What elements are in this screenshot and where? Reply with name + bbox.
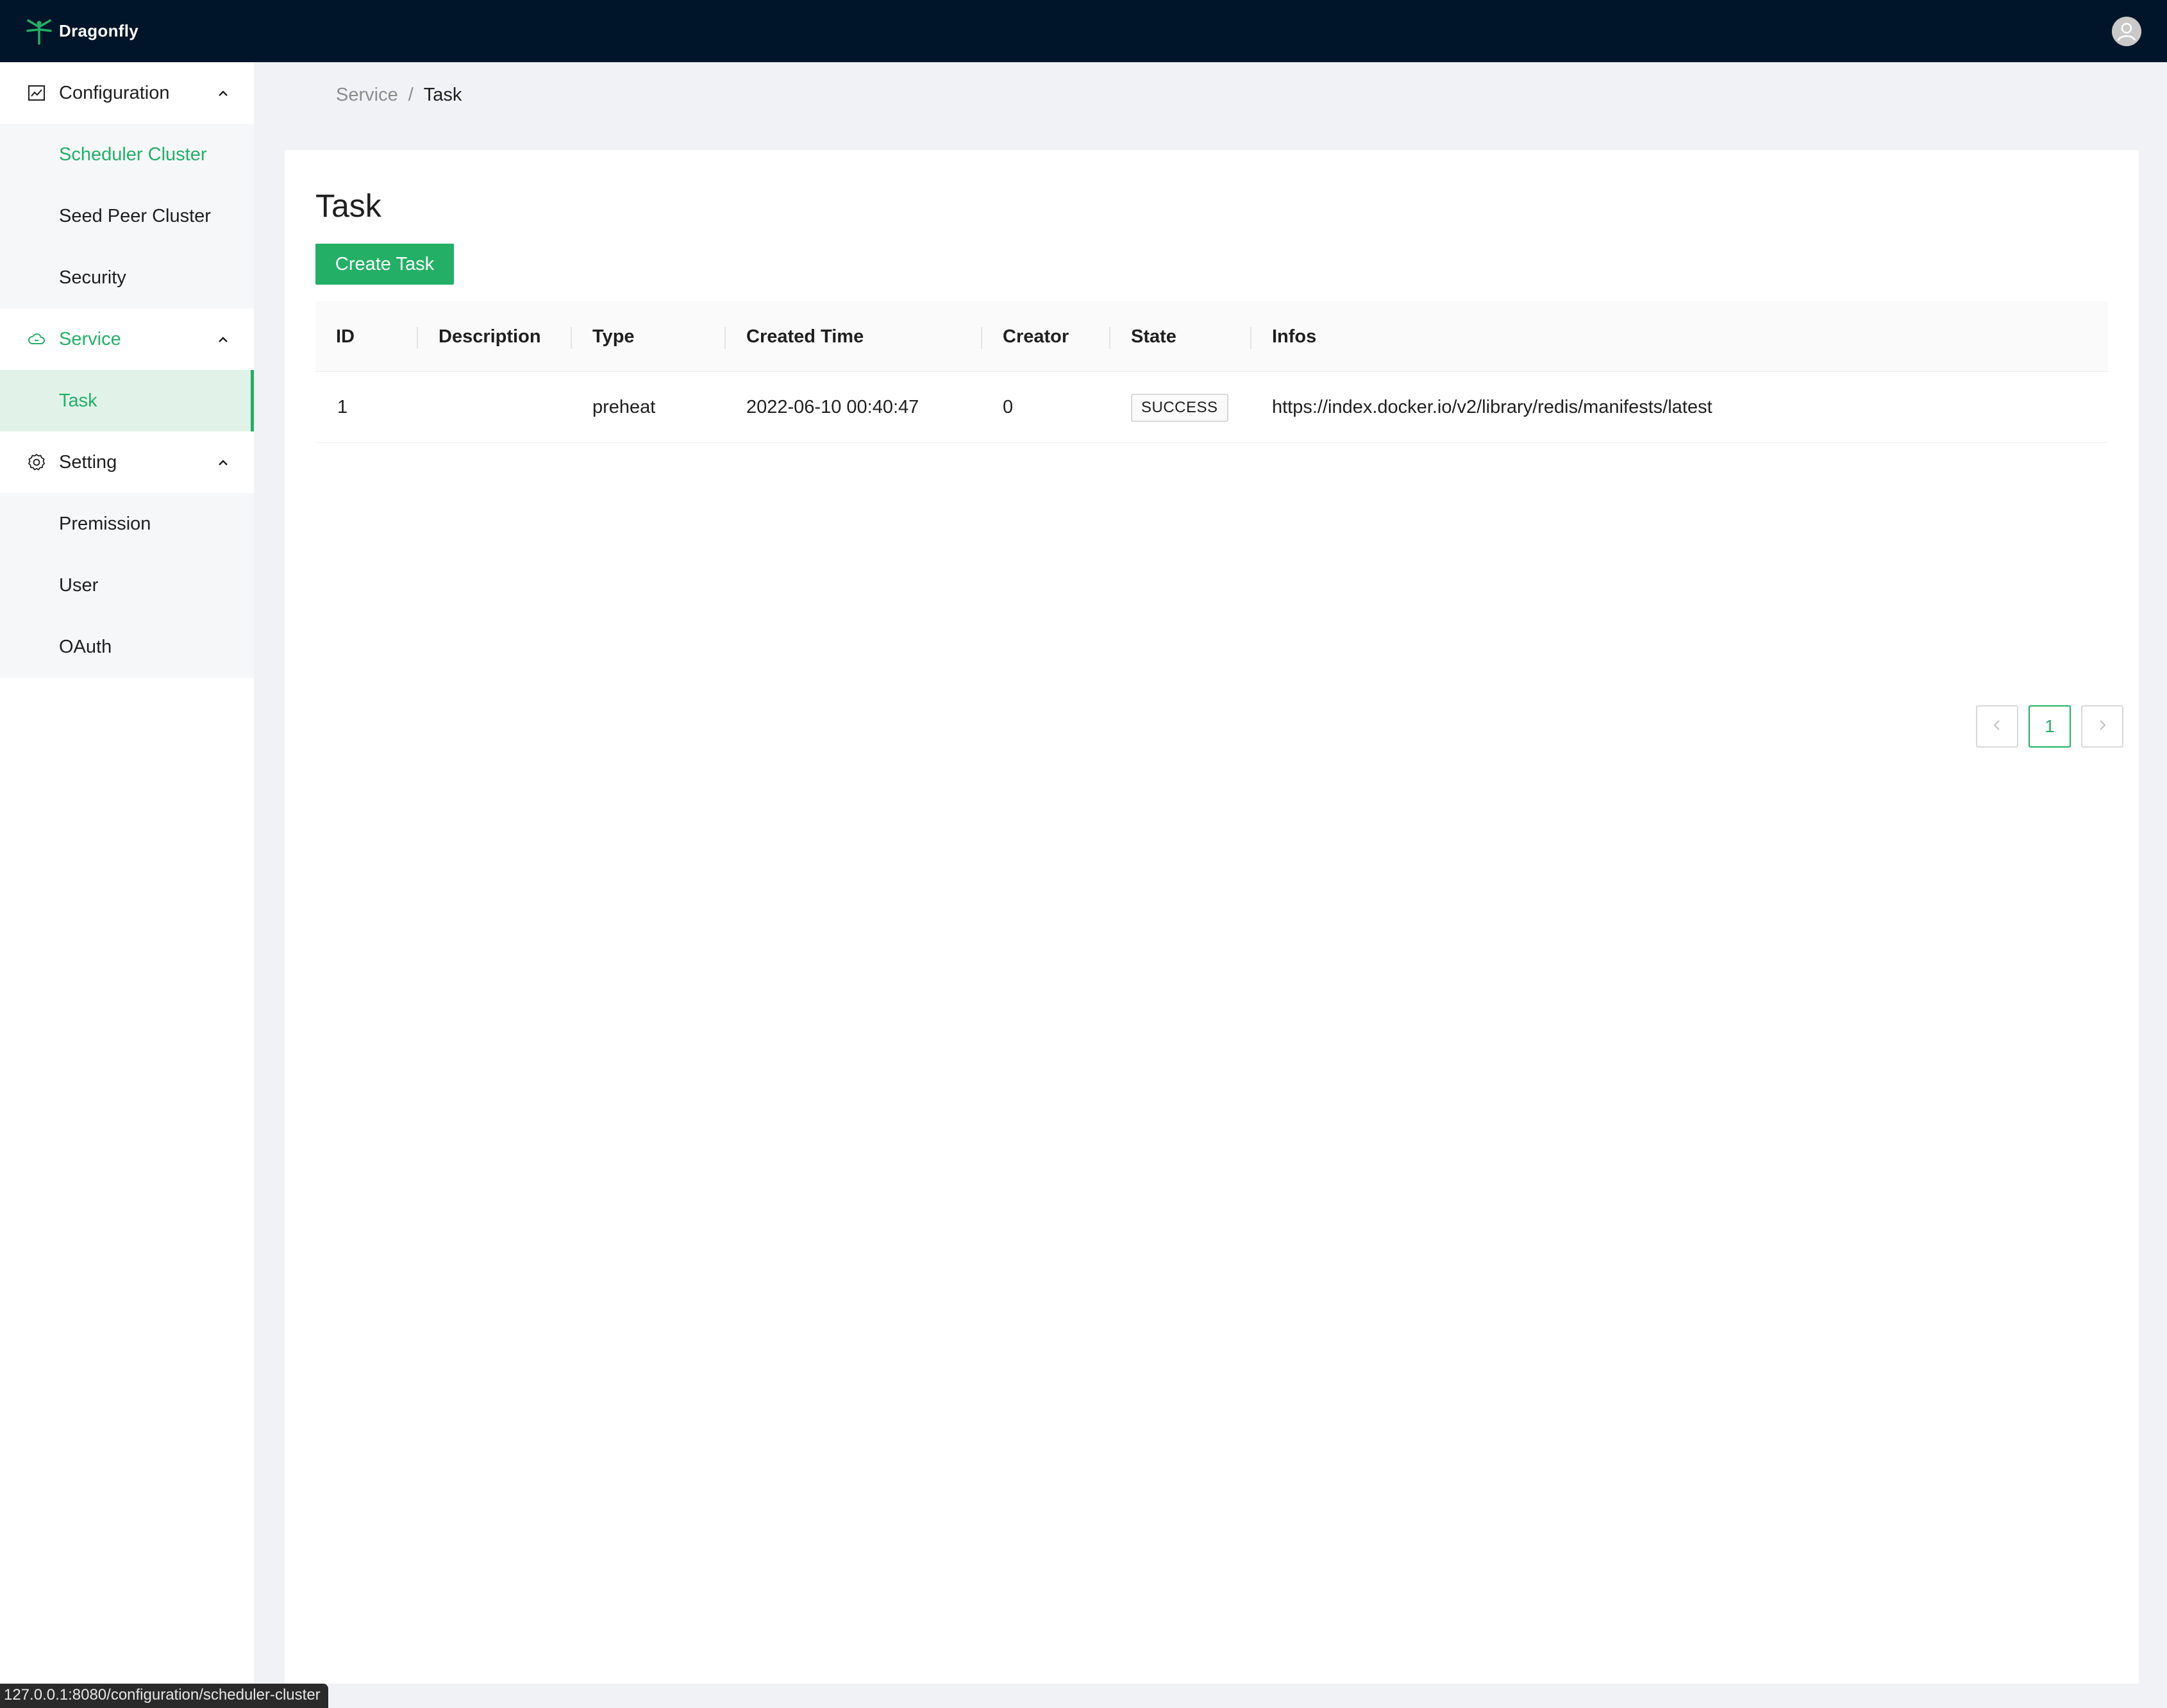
- status-badge: SUCCESS: [1131, 393, 1228, 422]
- chart-icon: [27, 83, 46, 103]
- sidebar-item-security[interactable]: Security: [0, 247, 254, 308]
- submenu-configuration: Scheduler Cluster Seed Peer Cluster Secu…: [0, 124, 254, 308]
- sidebar-item-label: Task: [59, 390, 97, 411]
- breadcrumb: Service / Task: [336, 85, 462, 106]
- content-card: Task Create Task ID Description Type Cre…: [285, 150, 2139, 1684]
- sidebar-item-label: Security: [59, 267, 126, 288]
- sidebar-item-label: Premission: [59, 513, 151, 534]
- column-divider[interactable]: [724, 327, 726, 349]
- sidebar-group-setting[interactable]: Setting: [0, 431, 254, 493]
- cell-type: preheat: [592, 397, 656, 417]
- cell-created-time: 2022-06-10 00:40:47: [746, 397, 919, 417]
- cloud-icon: [27, 330, 46, 349]
- column-divider[interactable]: [1250, 327, 1251, 349]
- table-header: ID Description Type Created Time Creator…: [315, 301, 2108, 372]
- dragonfly-logo-icon: [24, 17, 54, 46]
- sidebar-item-label: User: [59, 574, 99, 596]
- column-header-infos: Infos: [1272, 326, 1317, 347]
- sidebar-group-label: Service: [59, 328, 121, 349]
- cell-infos: https://index.docker.io/v2/library/redis…: [1272, 397, 1712, 417]
- sidebar-item-label: OAuth: [59, 636, 112, 657]
- page-title: Task: [315, 188, 381, 224]
- sidebar-item-scheduler-cluster[interactable]: Scheduler Cluster: [0, 124, 254, 185]
- brand-name: Dragonfly: [59, 21, 139, 40]
- column-header-description: Description: [439, 326, 541, 347]
- page-button-1[interactable]: 1: [2029, 705, 2071, 748]
- sidebar-group-service[interactable]: Service: [0, 308, 254, 370]
- column-header-id: ID: [336, 326, 355, 347]
- sidebar-group-label: Configuration: [59, 82, 170, 103]
- column-header-creator: Creator: [1003, 326, 1069, 347]
- cell-creator: 0: [1003, 397, 1014, 417]
- submenu-service: Task: [0, 370, 254, 431]
- sidebar-item-label: Scheduler Cluster: [59, 144, 207, 165]
- chevron-right-icon: [2095, 716, 2109, 737]
- sidebar: Configuration Scheduler Cluster Seed Pee…: [0, 62, 254, 1708]
- status-bar-url: 127.0.0.1:8080/configuration/scheduler-c…: [0, 1684, 328, 1708]
- user-avatar-icon[interactable]: [2112, 17, 2141, 46]
- cell-id: 1: [337, 397, 348, 417]
- chevron-left-icon: [1990, 716, 2004, 737]
- sidebar-item-oauth[interactable]: OAuth: [0, 616, 254, 678]
- column-header-state: State: [1131, 326, 1176, 347]
- sidebar-item-premission[interactable]: Premission: [0, 493, 254, 555]
- pagination: 1: [1976, 705, 2123, 748]
- column-header-type: Type: [592, 326, 635, 347]
- sidebar-group-configuration[interactable]: Configuration: [0, 62, 254, 124]
- column-divider[interactable]: [981, 327, 982, 349]
- prev-page-button[interactable]: [1976, 705, 2018, 748]
- sidebar-item-user[interactable]: User: [0, 555, 254, 616]
- gear-icon: [27, 453, 46, 472]
- chevron-up-icon[interactable]: [215, 331, 231, 347]
- next-page-button[interactable]: [2081, 705, 2123, 748]
- column-header-created-time: Created Time: [746, 326, 864, 347]
- brand[interactable]: Dragonfly: [24, 17, 138, 46]
- column-divider[interactable]: [571, 327, 572, 349]
- cell-state: SUCCESS: [1131, 372, 1228, 443]
- sidebar-item-task[interactable]: Task: [0, 370, 254, 431]
- create-task-button[interactable]: Create Task: [315, 244, 454, 285]
- chevron-up-icon[interactable]: [215, 455, 231, 470]
- sidebar-group-label: Setting: [59, 451, 117, 473]
- table-row[interactable]: 1 preheat 2022-06-10 00:40:47 0 SUCCESS …: [315, 372, 2108, 443]
- top-header: Dragonfly: [0, 0, 2167, 62]
- sidebar-item-seed-peer-cluster[interactable]: Seed Peer Cluster: [0, 185, 254, 247]
- breadcrumb-service-link[interactable]: Service: [336, 85, 398, 106]
- column-divider[interactable]: [417, 327, 418, 349]
- breadcrumb-separator: /: [408, 85, 414, 105]
- column-divider[interactable]: [1109, 327, 1110, 349]
- submenu-setting: Premission User OAuth: [0, 493, 254, 678]
- task-table: ID Description Type Created Time Creator…: [315, 301, 2108, 443]
- breadcrumb-current: Task: [423, 85, 462, 105]
- sidebar-item-label: Seed Peer Cluster: [59, 205, 211, 226]
- chevron-up-icon[interactable]: [215, 85, 231, 101]
